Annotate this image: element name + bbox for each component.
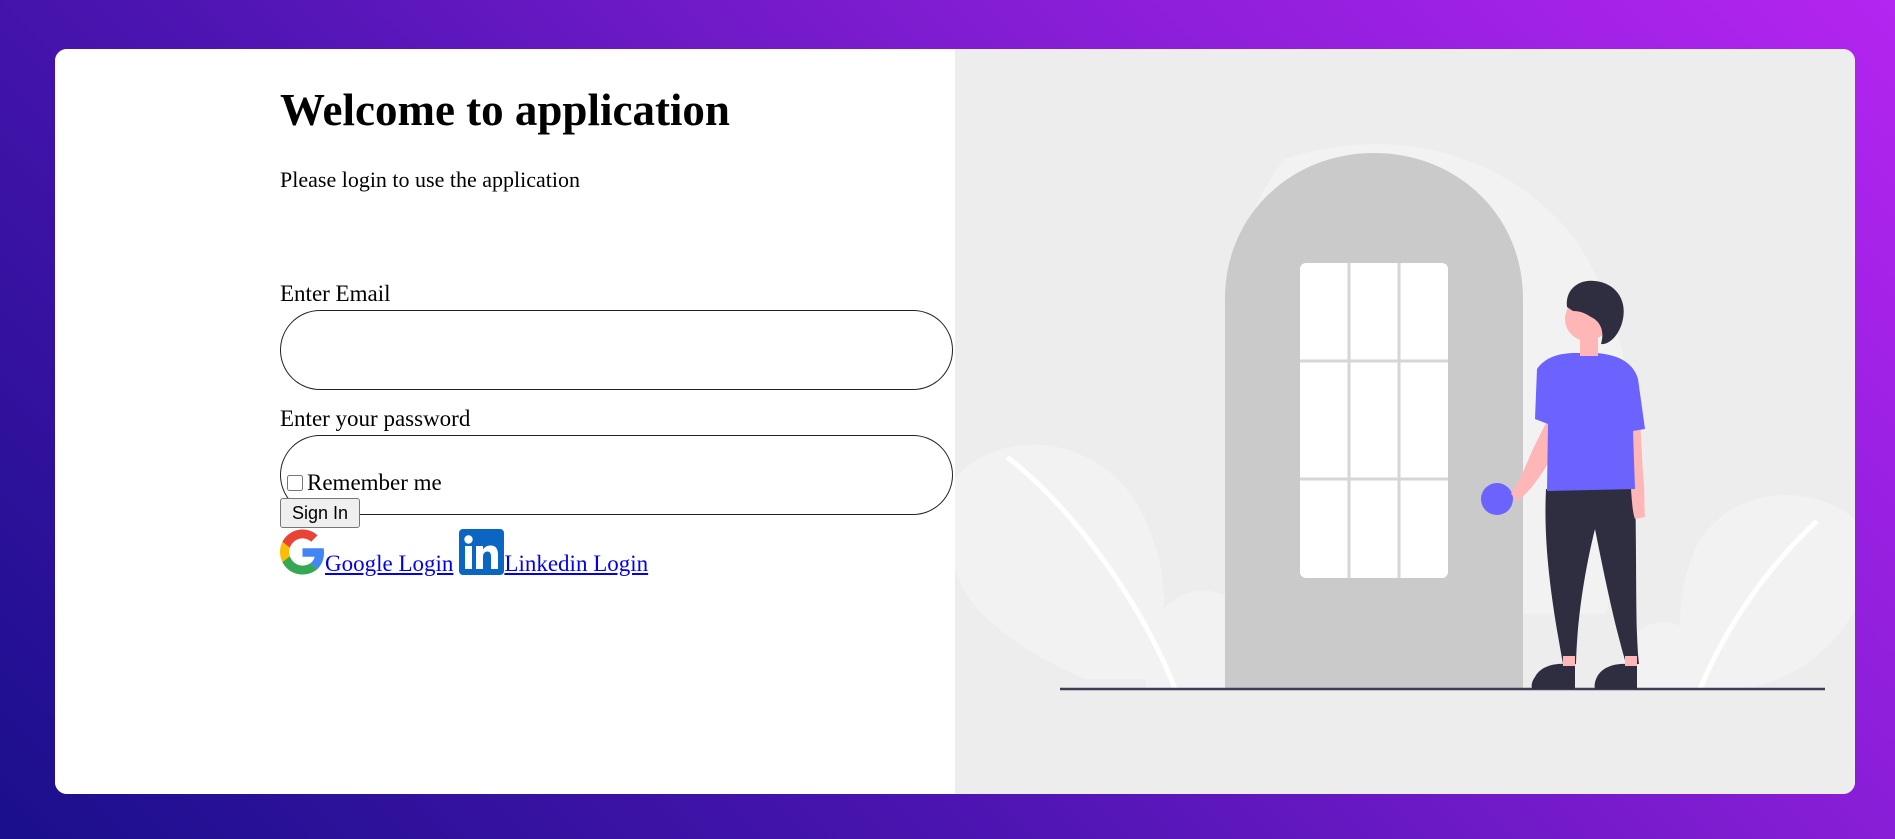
linkedin-login-label: Linkedin Login	[504, 551, 649, 576]
login-panel: Welcome to application Please login to u…	[55, 49, 955, 794]
email-field[interactable]	[280, 310, 953, 390]
page-subtitle: Please login to use the application	[280, 167, 580, 192]
google-login-link[interactable]: Google Login	[280, 529, 454, 576]
google-login-label: Google Login	[325, 551, 454, 576]
password-label: Enter your password	[280, 406, 471, 431]
person-shirt	[1535, 353, 1645, 491]
leaf-blob-left	[955, 444, 1164, 679]
email-label: Enter Email	[280, 281, 391, 306]
login-card: Welcome to application Please login to u…	[55, 49, 1855, 794]
doorknob	[1481, 483, 1513, 515]
sign-in-button[interactable]: Sign In	[280, 498, 361, 528]
page-title: Welcome to application	[280, 85, 730, 135]
linkedin-logo-icon	[459, 529, 505, 575]
linkedin-login-link[interactable]: Linkedin Login	[459, 529, 649, 576]
person-at-door-illustration	[955, 144, 1855, 691]
illustration-panel	[955, 49, 1855, 794]
remember-me-checkbox[interactable]	[287, 475, 303, 491]
door-window	[1300, 263, 1448, 578]
social-login-links: Google Login Linkedin Login	[280, 529, 654, 576]
google-logo-icon	[280, 529, 325, 575]
remember-me-row: Remember me	[285, 470, 442, 496]
remember-me-label: Remember me	[307, 470, 442, 495]
leaf-blob-right	[1680, 495, 1855, 689]
